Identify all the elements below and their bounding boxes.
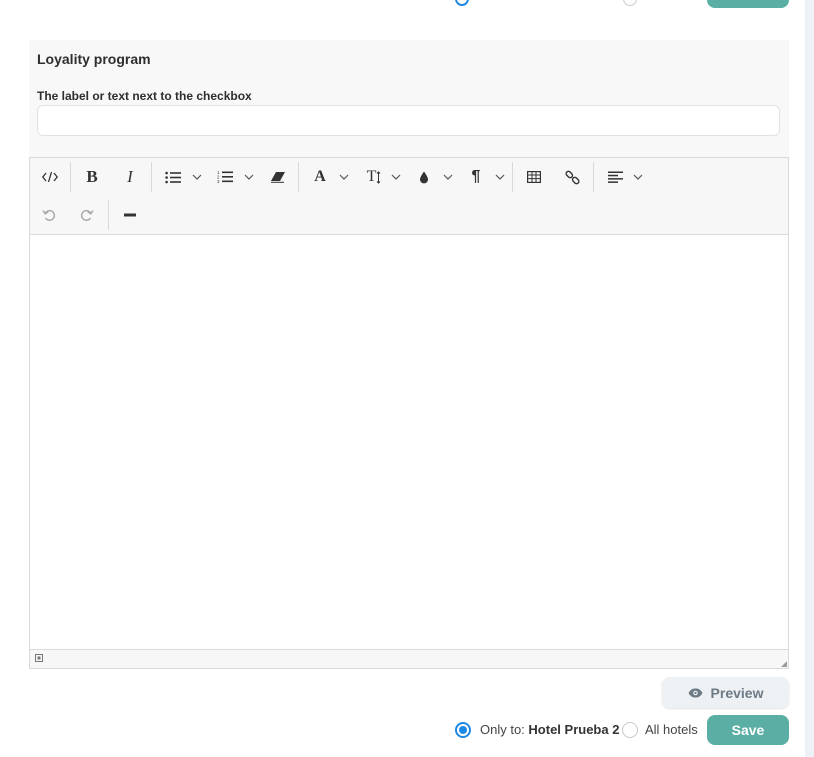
align-left-icon [607,171,623,183]
fullscreen-icon[interactable] [35,654,43,662]
page: Loyality program The label or text next … [0,0,805,757]
background-color-button[interactable] [414,158,434,196]
paragraph-button[interactable]: ¶ [466,158,486,196]
toolbar-separator [70,162,71,192]
chevron-down-icon[interactable] [633,158,643,196]
undo-button[interactable] [36,196,62,234]
chevron-down-icon[interactable] [391,158,401,196]
ordered-list-button[interactable]: 1 2 3 [214,158,236,196]
toolbar-separator [512,162,513,192]
toolbar-row-1: B I 1 2 3 A T ¶ [30,158,788,197]
only-to-label[interactable]: Only to: Hotel Prueba 2 [480,722,619,737]
toolbar-separator [108,200,109,230]
chevron-down-icon[interactable] [495,158,505,196]
toolbar-separator [151,162,152,192]
clear-format-button[interactable] [266,158,290,196]
numbered-list-icon: 1 2 3 [217,170,233,184]
resize-grip-icon[interactable] [781,661,787,667]
all-hotels-label[interactable]: All hotels [645,722,698,737]
editor-statusbar [30,649,788,668]
italic-icon: I [127,167,133,186]
rich-text-editor: B I 1 2 3 A T ¶ [29,157,789,669]
only-to-radio[interactable] [455,722,471,738]
only-to-prefix: Only to: [480,722,525,737]
hotel-name: Hotel Prueba 2 [528,722,620,737]
horizontal-rule-button[interactable] [118,196,142,234]
italic-button[interactable]: I [115,158,145,196]
toolbar-separator [593,162,594,192]
font-icon: A [314,168,326,185]
font-color-button[interactable]: A [310,158,330,196]
eraser-icon [271,172,285,183]
horizontal-rule-icon [124,213,136,217]
paragraph-icon: ¶ [471,168,481,185]
section-title: Loyality program [37,51,151,67]
editor-content-area[interactable] [30,235,788,650]
chevron-down-icon[interactable] [339,158,349,196]
bullet-list-icon [165,171,181,183]
undo-icon [42,209,56,221]
link-icon [564,170,580,184]
code-icon [42,171,58,183]
droplet-icon [420,171,428,183]
align-button[interactable] [604,158,626,196]
code-view-button[interactable] [34,158,66,196]
loyalty-section: Loyality program The label or text next … [29,40,789,158]
top-radio-partial[interactable] [455,0,469,6]
top-radio-partial-2[interactable] [623,0,637,6]
font-size-button[interactable]: T [362,158,386,196]
table-button[interactable] [522,158,546,196]
eye-icon [688,688,703,697]
redo-icon [80,209,94,221]
toolbar-row-2 [30,196,788,235]
top-save-button-partial[interactable] [707,0,789,8]
chevron-down-icon[interactable] [244,158,254,196]
table-icon [527,171,541,183]
bold-icon: B [86,167,98,186]
unordered-list-button[interactable] [162,158,184,196]
toolbar-separator [298,162,299,192]
preview-label: Preview [710,684,764,701]
all-hotels-radio[interactable] [622,722,638,738]
chevron-down-icon[interactable] [192,158,202,196]
svg-text:3: 3 [217,179,220,184]
preview-button[interactable]: Preview [662,677,789,708]
checkbox-label-input[interactable] [37,105,780,136]
checkbox-label-caption: The label or text next to the checkbox [37,89,252,103]
page-scroll-rail [805,0,814,757]
redo-button[interactable] [74,196,100,234]
save-button[interactable]: Save [707,715,789,745]
text-size-icon: T [367,168,382,186]
chevron-down-icon[interactable] [443,158,453,196]
link-button[interactable] [560,158,584,196]
bold-button[interactable]: B [77,158,107,196]
